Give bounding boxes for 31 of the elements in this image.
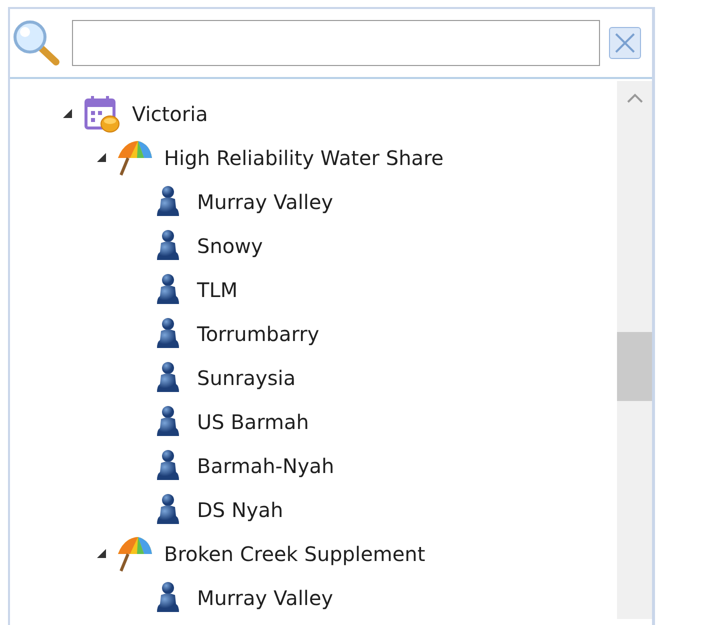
expand-arrow-icon[interactable] bbox=[97, 549, 106, 558]
scroll-up-icon[interactable] bbox=[627, 93, 643, 103]
tree-item-label[interactable]: High Reliability Water Share bbox=[164, 146, 444, 170]
person-icon bbox=[156, 493, 180, 527]
person-icon bbox=[156, 581, 180, 615]
close-icon bbox=[614, 32, 636, 54]
person-icon bbox=[156, 449, 180, 483]
clear-button[interactable] bbox=[609, 27, 641, 59]
search-field[interactable] bbox=[72, 20, 600, 66]
expand-arrow-icon[interactable] bbox=[97, 153, 106, 162]
tree-item-label[interactable]: TLM bbox=[197, 278, 238, 302]
tree-item-label[interactable]: Broken Creek Supplement bbox=[164, 542, 426, 566]
person-icon bbox=[156, 185, 180, 219]
expand-arrow-icon[interactable] bbox=[63, 109, 72, 118]
tree-item-label[interactable]: Murray Valley bbox=[197, 190, 334, 214]
person-icon bbox=[156, 317, 180, 351]
scrollbar-thumb[interactable] bbox=[617, 332, 652, 401]
person-icon bbox=[156, 229, 180, 263]
person-icon bbox=[156, 361, 180, 395]
person-icon bbox=[156, 273, 180, 307]
tree-item-label[interactable]: DS Nyah bbox=[197, 498, 284, 522]
tree-item-label[interactable]: Murray Valley bbox=[197, 586, 334, 610]
tree-item-label[interactable]: Victoria bbox=[132, 102, 208, 126]
tree-item-label[interactable]: Sunraysia bbox=[197, 366, 296, 390]
person-icon bbox=[156, 405, 180, 439]
tree-item-label[interactable]: Barmah-Nyah bbox=[197, 454, 334, 478]
tree-item-label[interactable]: Snowy bbox=[197, 234, 263, 258]
search-icon bbox=[12, 19, 62, 67]
scrollbar[interactable] bbox=[617, 81, 652, 619]
tree-item-label[interactable]: Torrumbarry bbox=[197, 322, 320, 346]
tree-item-label[interactable]: US Barmah bbox=[197, 410, 309, 434]
